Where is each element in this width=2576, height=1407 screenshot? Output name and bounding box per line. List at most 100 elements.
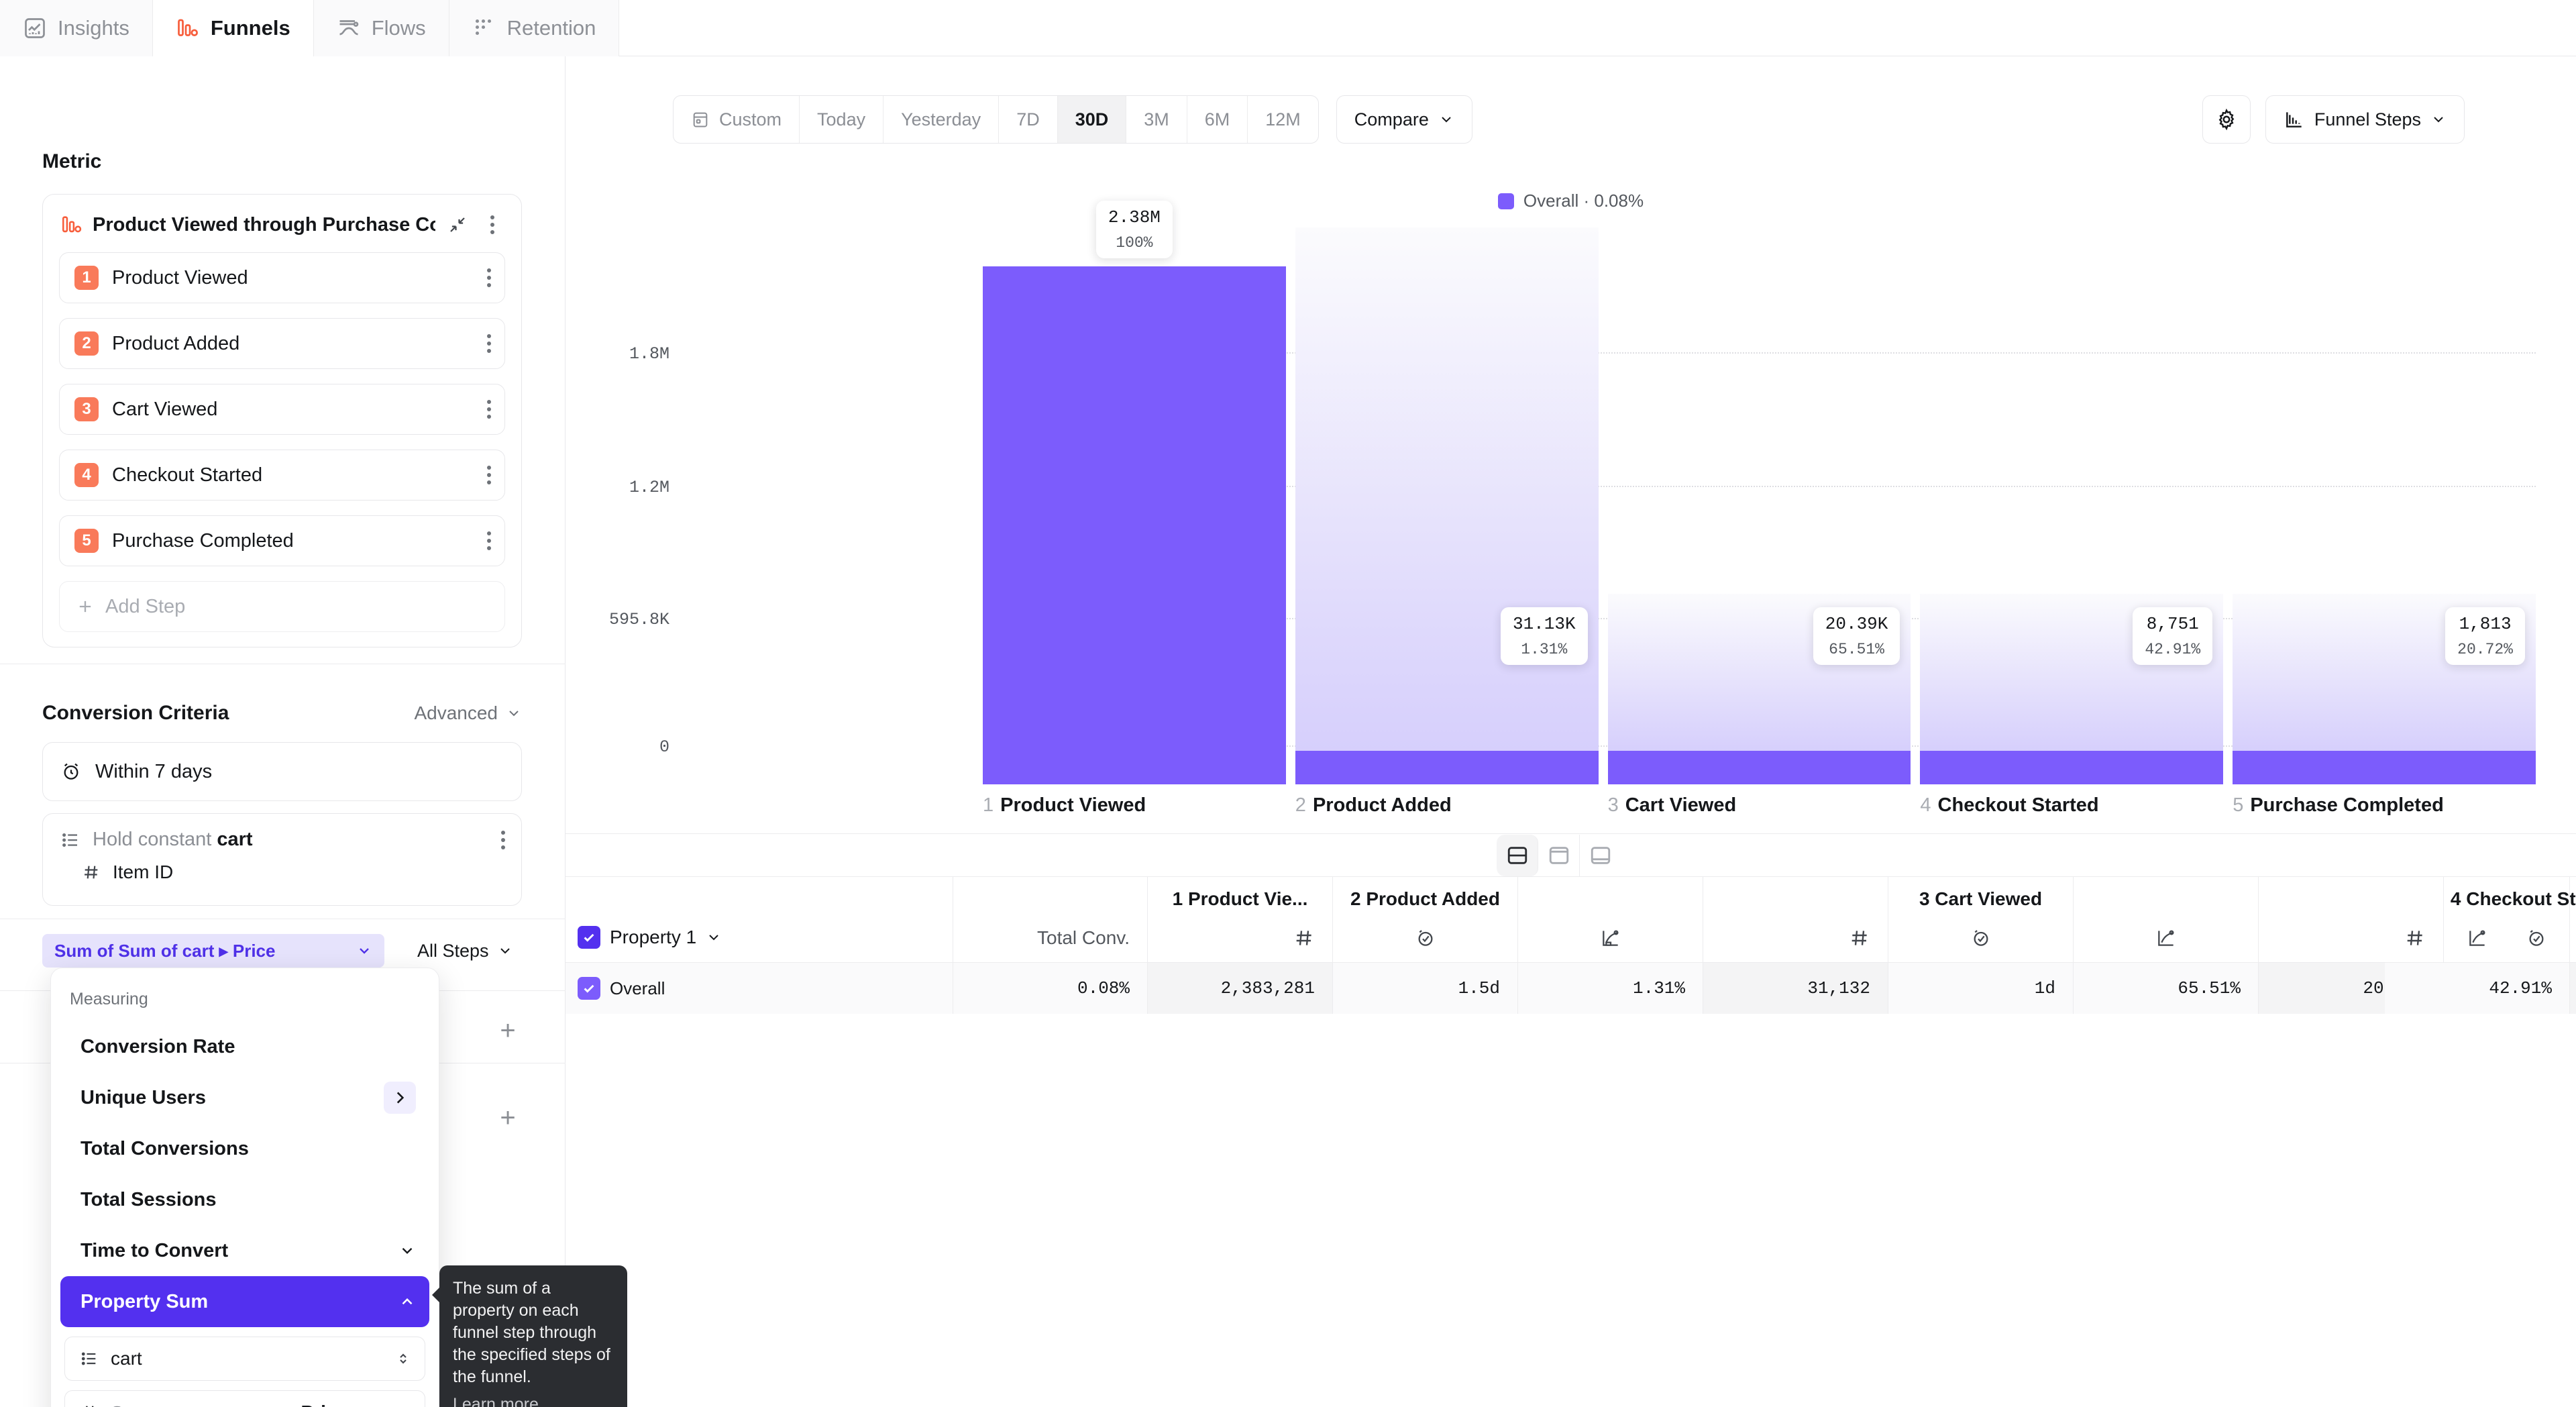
step-name: Cart Viewed: [112, 399, 474, 421]
row-checkbox[interactable]: [578, 977, 600, 1000]
conversion-rate-icon: [2155, 927, 2177, 949]
funnel-step-2[interactable]: 2 Product Added: [59, 318, 505, 369]
property-column-label: Property 1: [610, 927, 696, 948]
range-12m[interactable]: 12M: [1248, 96, 1318, 143]
funnel-chart: 1.8M 1.2M 595.8K 0 2.38M 100%: [566, 227, 2576, 784]
bar-column-3[interactable]: 20.39K 65.51%: [1608, 227, 1911, 784]
x-step-name: Purchase Completed: [2250, 794, 2443, 816]
menu-item-unique-users[interactable]: Unique Users: [60, 1072, 429, 1123]
property-aggregation-label: Sum ▸: [111, 1402, 164, 1407]
conversion-window-row[interactable]: Within 7 days: [42, 742, 522, 801]
tab-flows-label: Flows: [372, 16, 426, 40]
bar-column-4[interactable]: 8,751 42.91%: [1920, 227, 2223, 784]
bar-tooltip-2: 31.13K 1.31%: [1501, 607, 1588, 665]
select-all-checkbox[interactable]: [578, 926, 600, 949]
metric-title: Product Viewed through Purchase Complete…: [93, 214, 435, 236]
range-yesterday[interactable]: Yesterday: [883, 96, 999, 143]
x-axis-label-2: 2Product Added: [1295, 794, 1599, 817]
range-7d[interactable]: 7D: [999, 96, 1058, 143]
x-step-number: 2: [1295, 794, 1306, 816]
tab-flows[interactable]: Flows: [314, 0, 449, 56]
funnel-table: Property 1 Total Conv. 1 Product Vie... …: [566, 876, 2576, 1014]
funnels-page: Insights Funnels Flows Retention Metric: [0, 0, 2576, 1407]
property-sum-tooltip: The sum of a property on each funnel ste…: [439, 1265, 627, 1407]
table-row[interactable]: Overall 0.08% 2,383,281 1.5d 1.31% 31,13…: [566, 963, 2576, 1014]
bar-tooltip-4: 8,751 42.91%: [2133, 607, 2212, 665]
funnels-icon: [60, 213, 83, 236]
collapse-icon[interactable]: [445, 212, 470, 238]
steps-scope-select[interactable]: All Steps: [417, 934, 513, 968]
funnel-step-5[interactable]: 5 Purchase Completed: [59, 515, 505, 566]
bar-column-1[interactable]: 2.38M 100%: [983, 227, 1286, 784]
step-more-menu[interactable]: [487, 268, 491, 287]
step-more-menu[interactable]: [487, 466, 491, 484]
x-axis-label-5: 5Purchase Completed: [2233, 794, 2536, 817]
range-30d[interactable]: 30D: [1058, 96, 1127, 143]
menu-item-total-sessions[interactable]: Total Sessions: [60, 1174, 429, 1225]
bar-column-5[interactable]: 1,813 20.72%: [2233, 227, 2536, 784]
menu-item-label: Time to Convert: [80, 1240, 398, 1262]
tab-funnels[interactable]: Funnels: [153, 0, 314, 56]
menu-item-conversion-rate[interactable]: Conversion Rate: [60, 1021, 429, 1072]
property-aggregation-select[interactable]: Sum ▸ Price: [64, 1390, 425, 1407]
row-step2-rate: 1.31%: [1518, 963, 1703, 1014]
split-view-icon: [1506, 844, 1529, 867]
range-today[interactable]: Today: [800, 96, 883, 143]
layout-table-only-button[interactable]: [1580, 835, 1621, 876]
advanced-toggle[interactable]: Advanced: [414, 702, 522, 724]
menu-item-total-conversions[interactable]: Total Conversions: [60, 1123, 429, 1174]
view-mode-select[interactable]: Funnel Steps: [2265, 95, 2465, 144]
metric-card-header: Product Viewed through Purchase Complete…: [43, 195, 521, 252]
funnel-step-1[interactable]: 1 Product Viewed: [59, 252, 505, 303]
metric-section-label: Metric: [42, 150, 101, 173]
hash-icon: [1849, 927, 1870, 949]
range-6m[interactable]: 6M: [1187, 96, 1248, 143]
tooltip-learn-more-link[interactable]: Learn more: [453, 1394, 539, 1407]
metric-more-menu[interactable]: [480, 212, 505, 238]
step-more-menu[interactable]: [487, 400, 491, 419]
menu-item-time-to-convert[interactable]: Time to Convert: [60, 1225, 429, 1276]
layout-chart-only-button[interactable]: [1538, 835, 1580, 876]
funnel-step-3[interactable]: 3 Cart Viewed: [59, 384, 505, 435]
range-3m[interactable]: 3M: [1126, 96, 1187, 143]
add-filter-button[interactable]: +: [493, 1103, 523, 1133]
add-step-button[interactable]: Add Step: [59, 581, 505, 632]
bar-column-2[interactable]: 31.13K 1.31%: [1295, 227, 1599, 784]
chevron-right-icon[interactable]: [384, 1082, 416, 1114]
funnel-step-4[interactable]: 4 Checkout Started: [59, 450, 505, 501]
compare-button[interactable]: Compare: [1336, 95, 1472, 144]
plus-icon: [76, 597, 95, 616]
tab-insights[interactable]: Insights: [0, 0, 153, 56]
step-more-menu[interactable]: [487, 531, 491, 550]
gear-icon: [2215, 108, 2238, 131]
property-source-select[interactable]: cart: [64, 1337, 425, 1381]
advanced-label: Advanced: [414, 702, 498, 724]
x-step-number: 1: [983, 794, 994, 816]
chevron-down-icon[interactable]: [706, 929, 722, 945]
range-7d-label: 7D: [1016, 109, 1040, 130]
chevron-down-icon: [398, 1242, 416, 1259]
hold-constant-more-menu[interactable]: [501, 831, 505, 849]
step-more-menu[interactable]: [487, 334, 491, 353]
bar-solid-5: [2233, 751, 2536, 784]
list-icon: [80, 1349, 99, 1368]
settings-button[interactable]: [2202, 95, 2251, 144]
tab-retention[interactable]: Retention: [449, 0, 620, 56]
left-sidebar: Metric Product Viewed through Purchase C…: [0, 56, 566, 1407]
row-step3-rate: 65.51%: [2074, 963, 2259, 1014]
compare-label: Compare: [1354, 109, 1429, 130]
measure-select[interactable]: Sum of Sum of cart ▸ Price: [42, 934, 384, 968]
hold-constant-field: Item ID: [113, 862, 173, 883]
hold-constant-row[interactable]: Hold constant cart Item ID: [42, 813, 522, 906]
step-number-badge: 1: [74, 266, 99, 290]
range-3m-label: 3M: [1144, 109, 1169, 130]
range-custom[interactable]: Custom: [674, 96, 800, 143]
header-step-4-rate: [2385, 876, 2570, 962]
layout-toggle-group: [1497, 835, 1621, 876]
bar-ghost-2: [1295, 227, 1599, 751]
row-name-label: Overall: [610, 978, 665, 999]
layout-split-view-button[interactable]: [1497, 835, 1538, 876]
chevron-updown-icon: [395, 1404, 411, 1407]
menu-item-property-sum[interactable]: Property Sum: [60, 1276, 429, 1327]
add-breakdown-button[interactable]: +: [493, 1016, 523, 1045]
